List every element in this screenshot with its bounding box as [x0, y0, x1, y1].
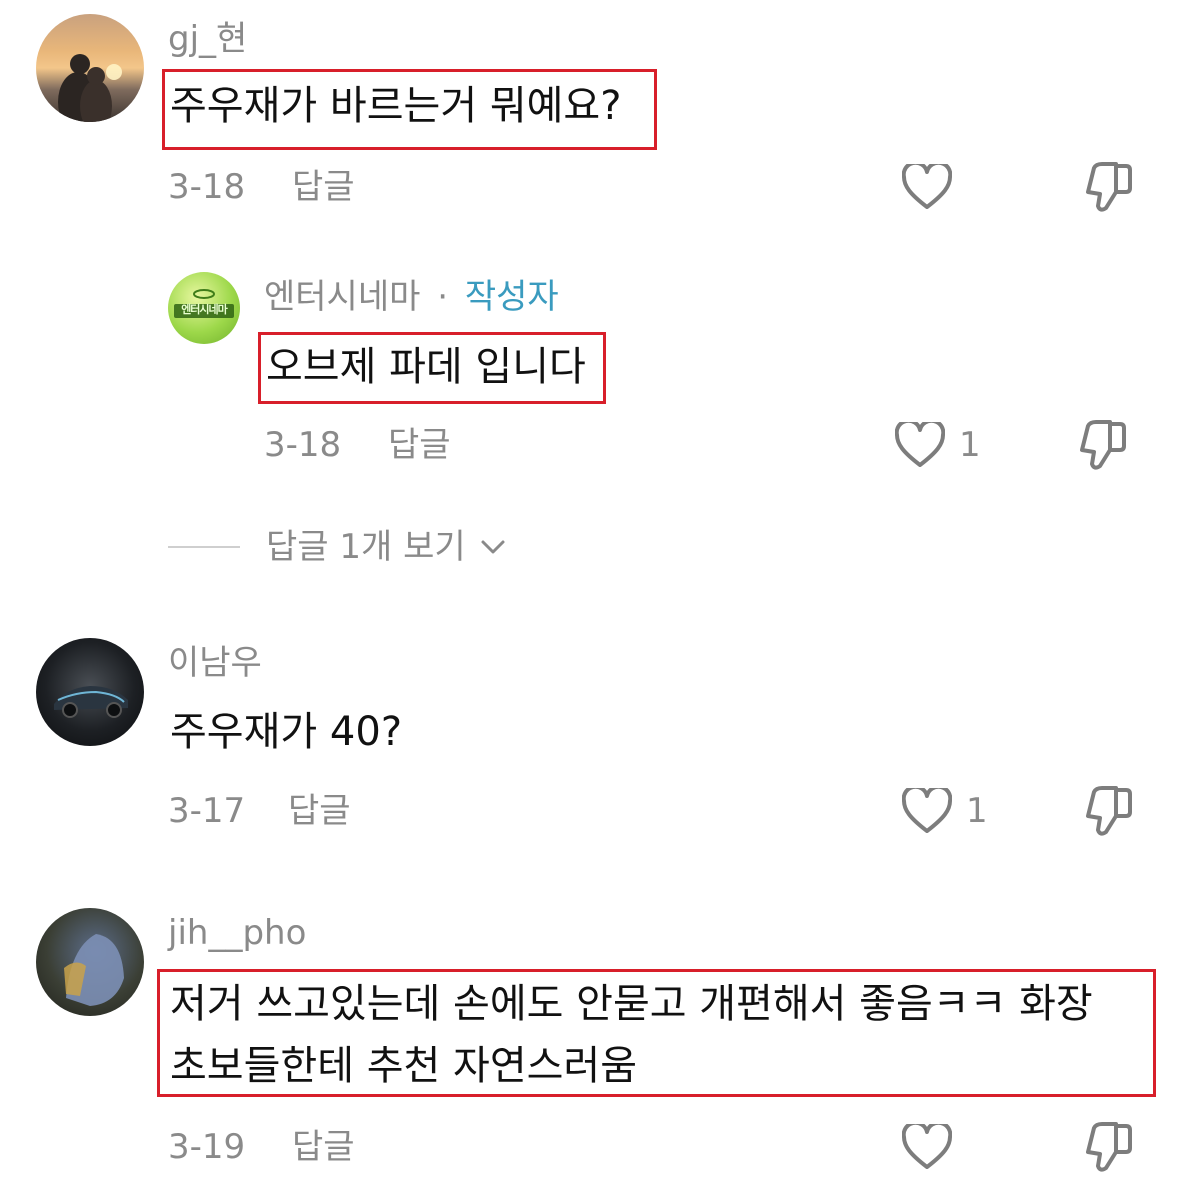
avatar[interactable] — [36, 14, 144, 122]
comment-date: 3-17 — [168, 791, 246, 831]
highlight-box — [157, 969, 1156, 1097]
reply-button[interactable]: 답글 — [388, 428, 451, 462]
heart-outline-icon — [902, 164, 952, 209]
view-replies-label: 답글 1개 보기 — [266, 527, 466, 567]
like-count: 1 — [959, 425, 981, 465]
view-replies-button[interactable]: 답글 1개 보기 — [168, 530, 506, 564]
username-text: 엔터시네마 — [264, 277, 421, 317]
highlight-box — [162, 69, 657, 150]
username[interactable]: gj_현 — [168, 22, 247, 56]
thumbs-down-icon — [1086, 1122, 1132, 1172]
reply-button[interactable]: 답글 — [288, 794, 351, 828]
comment-text: 주우재가 40? — [170, 709, 403, 755]
username[interactable]: 이남우 — [168, 646, 262, 680]
avatar-photo — [58, 54, 122, 122]
author-badge: 작성자 — [464, 277, 559, 317]
dislike-button[interactable] — [1080, 162, 1132, 218]
comment-date: 3-19 — [168, 1127, 246, 1167]
avatar-photo — [54, 686, 128, 718]
avatar[interactable] — [36, 908, 144, 1016]
thumbs-down-icon — [1086, 786, 1132, 836]
avatar[interactable] — [36, 638, 144, 746]
comment-date: 3-18 — [264, 425, 342, 465]
heart-outline-icon — [902, 788, 952, 833]
dislike-button[interactable] — [1080, 786, 1132, 842]
reply-button[interactable]: 답글 — [292, 1130, 355, 1164]
like-button[interactable]: 1 — [895, 422, 981, 468]
comment-date: 3-18 — [168, 167, 246, 207]
like-button[interactable] — [902, 1124, 966, 1170]
heart-outline-icon — [895, 422, 945, 467]
dislike-button[interactable] — [1074, 420, 1126, 476]
reply-button[interactable]: 답글 — [292, 170, 355, 204]
username[interactable]: 엔터시네마 · 작성자 — [264, 280, 559, 314]
thumbs-down-icon — [1086, 162, 1132, 212]
chevron-down-icon — [481, 540, 505, 554]
avatar-label: 엔터시네마 — [181, 303, 228, 316]
like-button[interactable] — [902, 164, 966, 210]
like-button[interactable]: 1 — [902, 788, 988, 834]
divider-line — [168, 546, 240, 548]
dislike-button[interactable] — [1080, 1122, 1132, 1178]
avatar-photo — [64, 934, 124, 1006]
like-count: 1 — [966, 791, 988, 831]
separator-dot: · — [437, 277, 449, 317]
highlight-box — [258, 332, 606, 404]
thumbs-down-icon — [1080, 420, 1126, 470]
username[interactable]: jih__pho — [168, 916, 306, 950]
heart-outline-icon — [902, 1124, 952, 1169]
